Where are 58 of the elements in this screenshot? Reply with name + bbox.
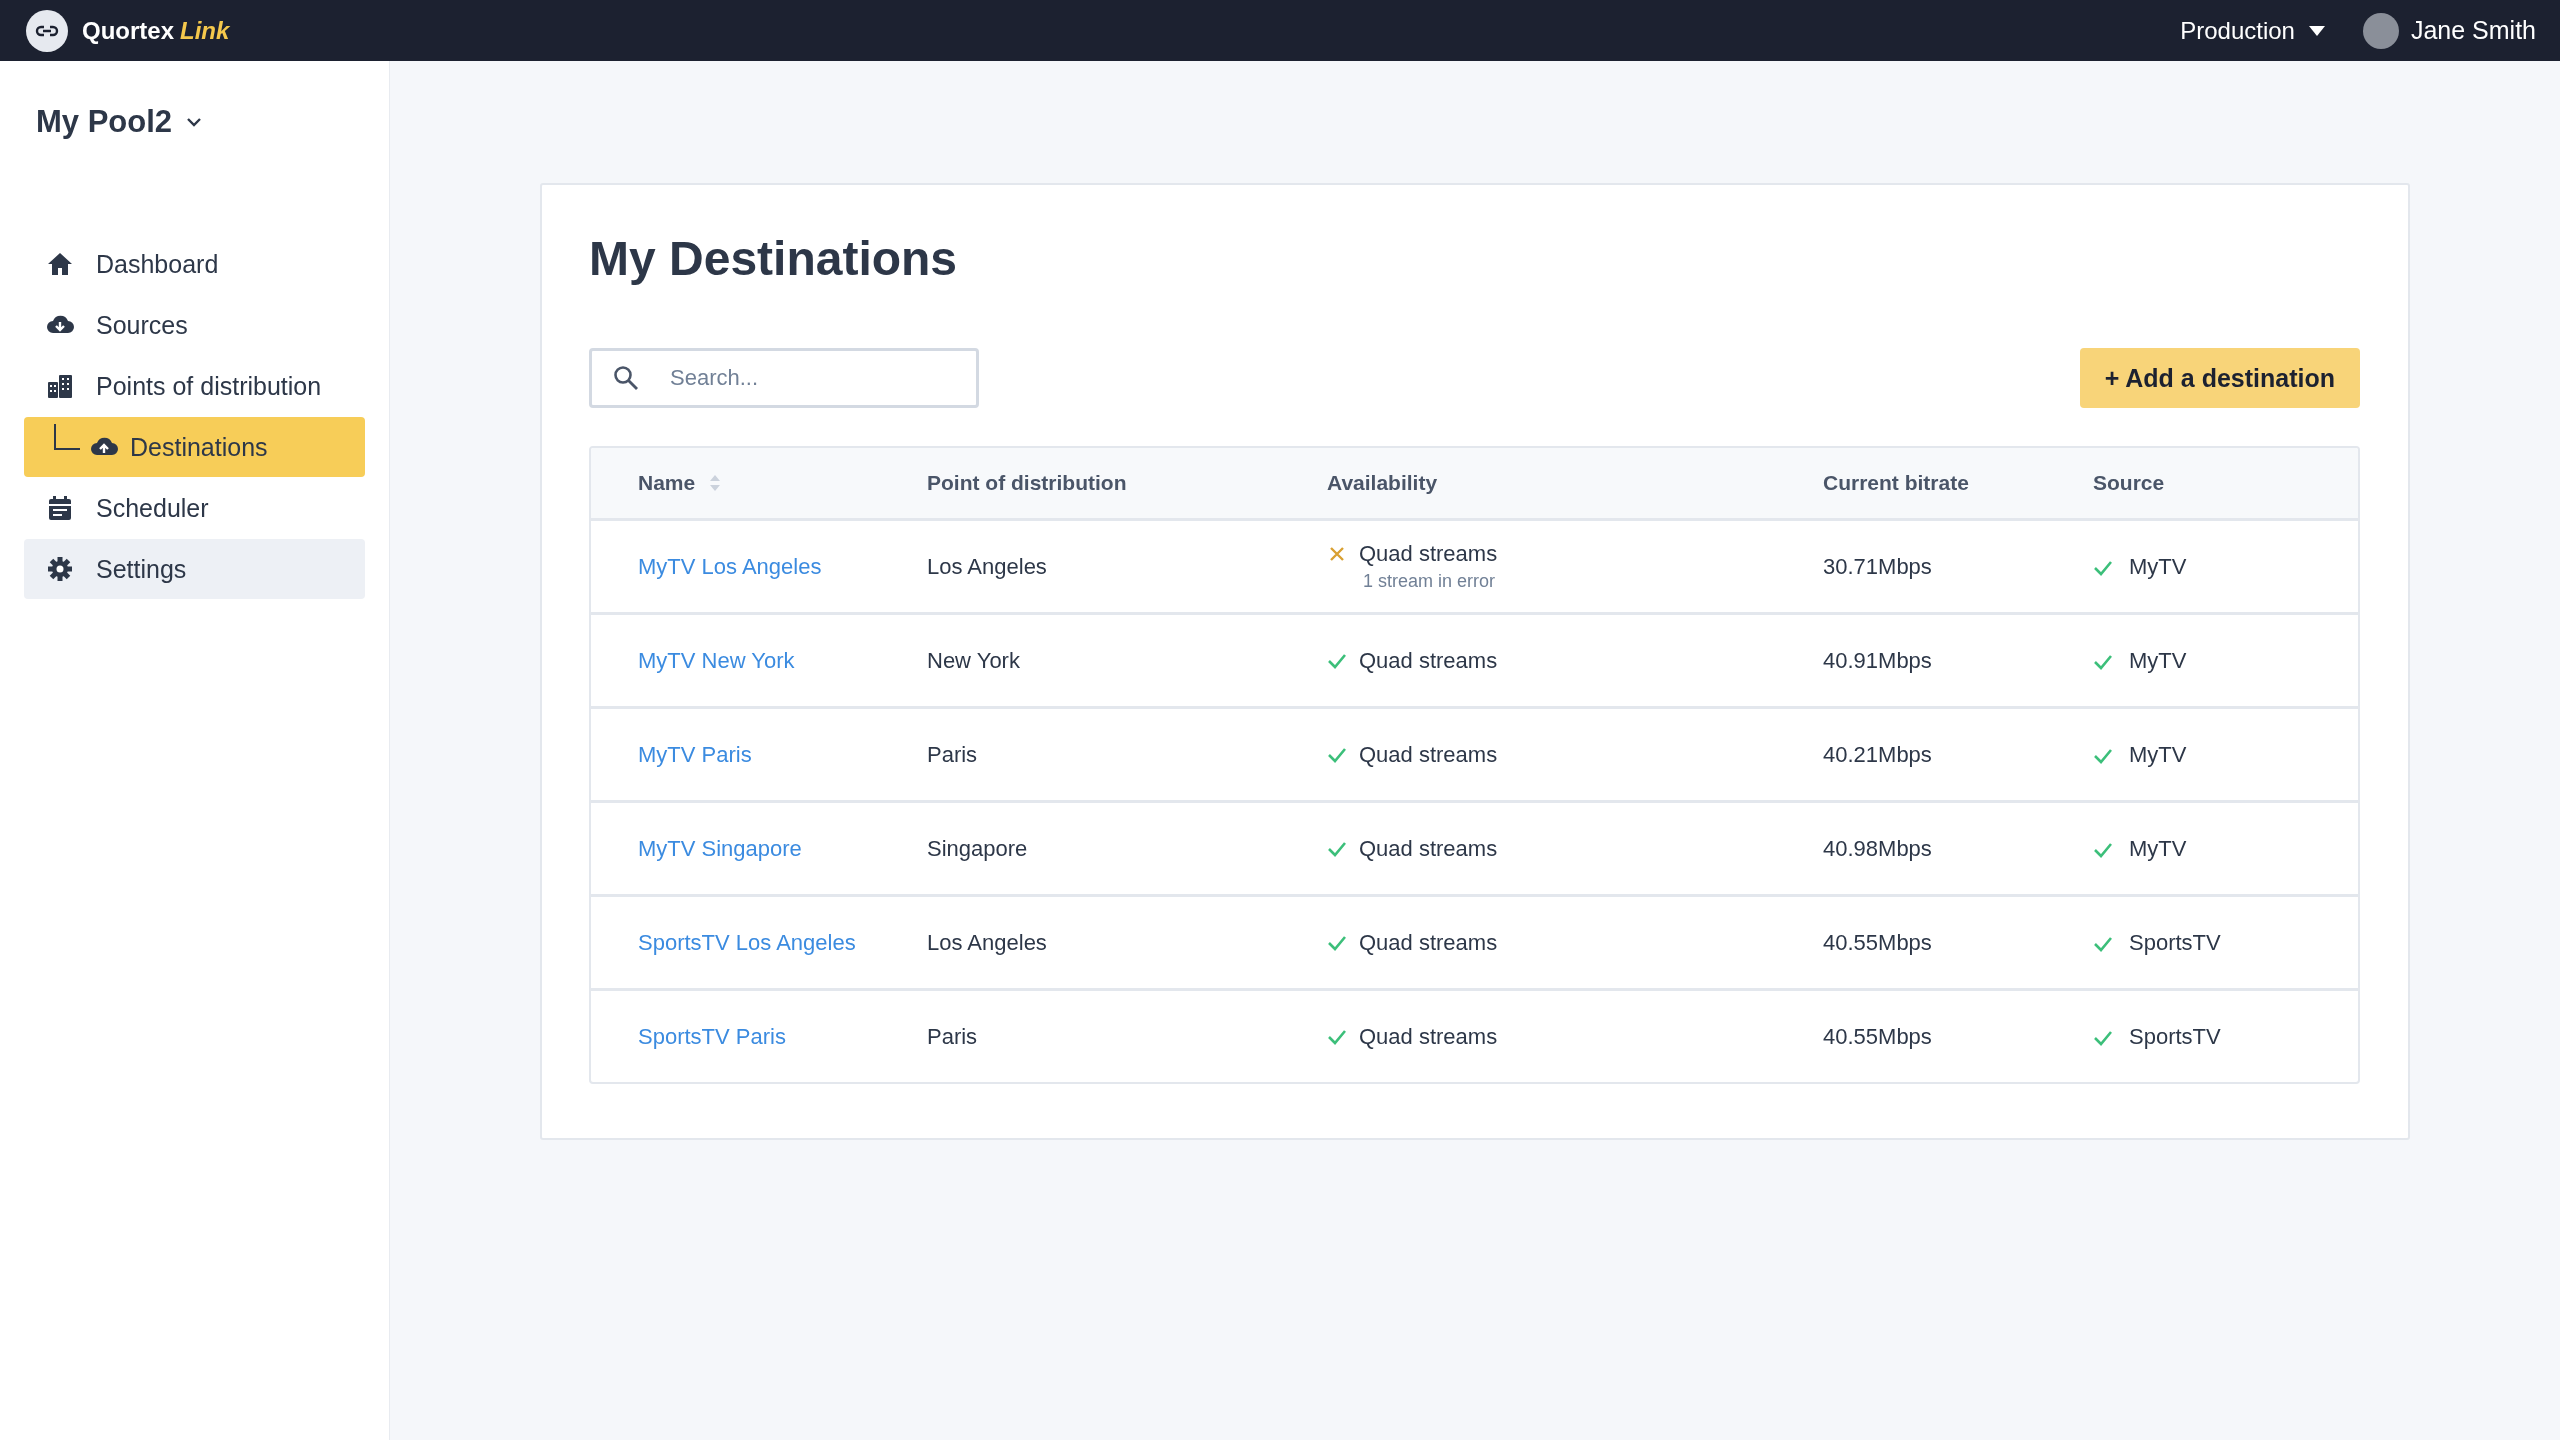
- destination-link[interactable]: MyTV Singapore: [638, 835, 802, 861]
- table-cell: New York: [927, 647, 1020, 673]
- table-cell: Paris: [927, 741, 978, 767]
- avatar[interactable]: [2362, 12, 2399, 49]
- table-cell: Paris: [927, 1023, 978, 1049]
- source-text: SportsTV: [2129, 929, 2221, 956]
- destination-link[interactable]: MyTV New York: [638, 647, 795, 673]
- column-header[interactable]: Name: [638, 471, 696, 495]
- page-title: My Destinations: [589, 231, 959, 286]
- table-cell: 30.71Mbps: [1823, 553, 1932, 579]
- sidebar-item[interactable]: Sources: [24, 295, 365, 355]
- table-cell: 40.21Mbps: [1823, 741, 1932, 767]
- table-cell: Singapore: [927, 835, 1028, 861]
- source-text: SportsTV: [2129, 1023, 2221, 1050]
- column-header: Current bitrate: [1823, 471, 1969, 495]
- add-destination-button[interactable]: + Add a destination: [2079, 348, 2360, 408]
- table-cell: 40.55Mbps: [1823, 929, 1932, 955]
- environment-dropdown[interactable]: Production: [2180, 16, 2325, 45]
- column-header: Availability: [1327, 471, 1438, 495]
- search-field[interactable]: Search...: [589, 348, 979, 408]
- table-cell: Los Angeles: [927, 929, 1047, 955]
- availability-text: Quad streams: [1359, 647, 1498, 674]
- sidebar-item[interactable]: Settings: [24, 539, 365, 599]
- pool-selector[interactable]: My Pool2: [36, 104, 203, 140]
- availability-text: Quad streams: [1359, 541, 1498, 567]
- calendar-icon: [46, 494, 74, 522]
- chevron-down-icon: [186, 117, 203, 127]
- sidebar-item[interactable]: Points of distribution: [24, 356, 365, 416]
- column-header: Point of distribution: [927, 471, 1127, 495]
- user-name[interactable]: Jane Smith: [2410, 16, 2536, 45]
- search-icon: [613, 365, 639, 391]
- sidebar-item[interactable]: Dashboard: [24, 234, 365, 294]
- availability-note: 1 stream in error: [1363, 571, 1497, 592]
- table-cell: 40.55Mbps: [1823, 1023, 1932, 1049]
- caret-icon: [2308, 25, 2325, 36]
- sidebar-item[interactable]: Scheduler: [24, 478, 365, 538]
- availability-text: Quad streams: [1359, 741, 1498, 768]
- source-text: MyTV: [2129, 741, 2187, 768]
- logo-text: Quortex Link: [82, 16, 230, 45]
- table-cell: 40.91Mbps: [1823, 647, 1932, 673]
- source-text: MyTV: [2129, 647, 2187, 674]
- destination-link[interactable]: MyTV Paris: [638, 741, 752, 767]
- availability-text: Quad streams: [1359, 835, 1498, 862]
- buildings-icon: [46, 372, 74, 400]
- availability-text: Quad streams: [1359, 1023, 1498, 1050]
- table-cell: Los Angeles: [927, 553, 1047, 579]
- destination-link[interactable]: SportsTV Los Angeles: [638, 929, 856, 955]
- column-header: Source: [2093, 471, 2165, 495]
- source-text: MyTV: [2129, 553, 2187, 580]
- table-cell: 40.98Mbps: [1823, 835, 1932, 861]
- destination-link[interactable]: MyTV Los Angeles: [638, 553, 822, 579]
- settings-icon: [46, 555, 74, 583]
- home-icon: [46, 250, 74, 278]
- sidebar-item[interactable]: Destinations: [24, 417, 365, 477]
- destination-link[interactable]: SportsTV Paris: [638, 1023, 786, 1049]
- tree-line: [54, 424, 80, 450]
- source-text: MyTV: [2129, 835, 2187, 862]
- availability-text: Quad streams: [1359, 929, 1498, 956]
